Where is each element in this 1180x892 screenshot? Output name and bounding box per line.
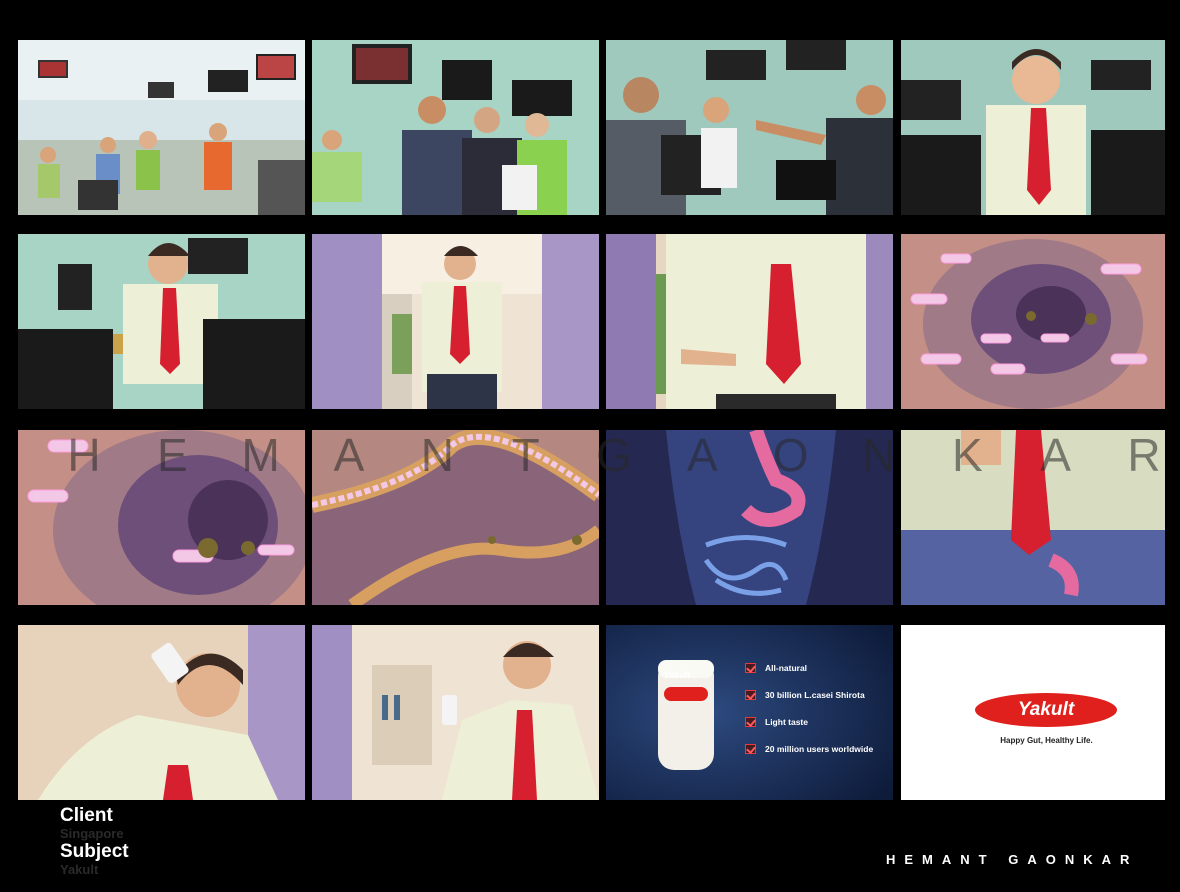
yakult-logo: Yakult	[975, 693, 1117, 727]
benefit-text: Light taste	[765, 717, 808, 727]
panel-traders-watching	[312, 40, 599, 215]
panel-pointing-at-stomach	[606, 234, 893, 409]
checkbox-icon	[745, 717, 756, 727]
panel-intestine-tract	[312, 430, 599, 605]
panel-trader-headset	[901, 40, 1165, 215]
project-meta: Client Singapore Subject Yakult	[60, 805, 129, 877]
artist-signature: HEMANT GAONKAR	[886, 852, 1139, 867]
benefit-item: 20 million users worldwide	[745, 744, 895, 771]
benefit-item: Light taste	[745, 717, 895, 744]
panel-smiling-with-bottle	[312, 625, 599, 800]
panel-trader-at-desk	[18, 234, 305, 409]
client-label: Client	[60, 805, 113, 826]
panel-xray-digestive	[606, 430, 893, 605]
benefit-text: 30 billion L.casei Shirota	[765, 690, 865, 700]
bottle-brand-label: Yakult	[663, 670, 691, 680]
panel-walking-hallway	[312, 234, 599, 409]
benefit-text: 20 million users worldwide	[765, 744, 874, 754]
checkbox-icon	[745, 744, 756, 754]
benefit-item: All-natural	[745, 663, 895, 690]
storyboard-grid	[18, 40, 1165, 800]
benefit-text: All-natural	[765, 663, 808, 673]
benefits-list: All-natural 30 billion L.casei Shirota L…	[745, 663, 895, 771]
subject-value: Yakult	[60, 862, 99, 877]
checkbox-icon	[745, 690, 756, 700]
panel-trading-floor-wide	[18, 40, 305, 215]
panel-traders-pointing	[606, 40, 893, 215]
checkbox-icon	[745, 663, 756, 673]
panel-gut-bacteria-closeup	[901, 234, 1165, 409]
panel-drinking-yakult	[18, 625, 305, 800]
yakult-logo-text: Yakult	[1017, 699, 1075, 720]
panel-chest-xray	[901, 430, 1165, 605]
subject-label: Subject	[60, 841, 129, 862]
benefit-item: 30 billion L.casei Shirota	[745, 690, 895, 717]
panel-bacteria-attack	[18, 430, 305, 605]
brand-tagline: Happy Gut, Healthy Life.	[1000, 736, 1093, 745]
client-value: Singapore	[60, 826, 124, 841]
